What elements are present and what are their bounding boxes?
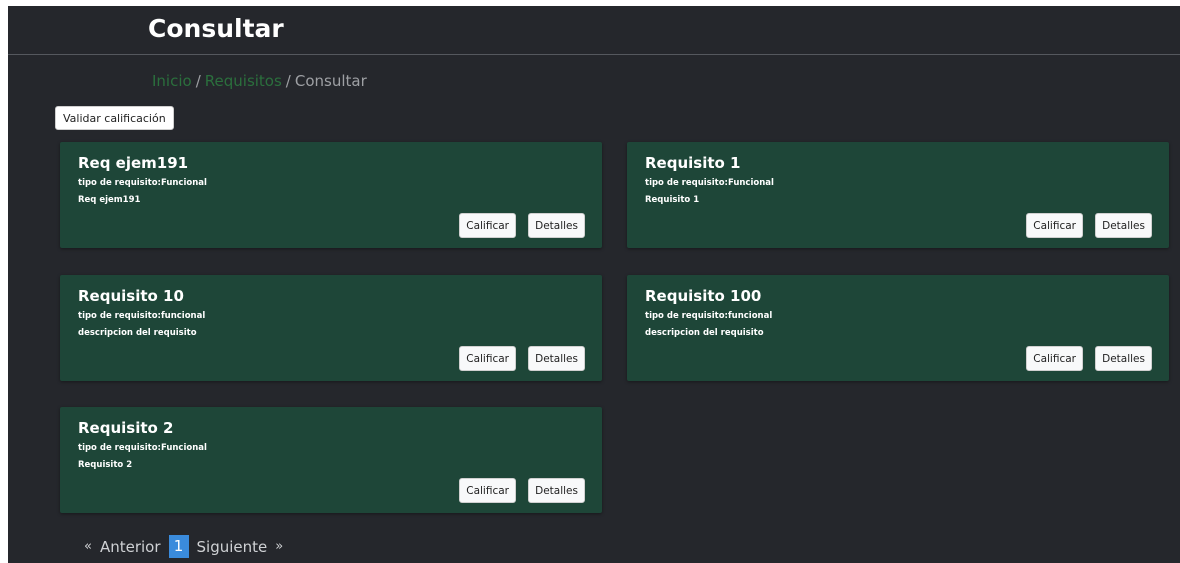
requirement-card: Requisito 1 tipo de requisito:Funcional …: [627, 142, 1169, 248]
breadcrumb-link-requisitos[interactable]: Requisitos: [205, 72, 282, 90]
card-title: Requisito 2: [78, 419, 174, 437]
details-button[interactable]: Detalles: [1095, 213, 1152, 238]
card-title: Requisito 1: [645, 154, 741, 172]
requirement-card: Requisito 100 tipo de requisito:funciona…: [627, 275, 1169, 381]
card-type: tipo de requisito:funcional: [78, 311, 206, 321]
requirement-card: Req ejem191 tipo de requisito:Funcional …: [60, 142, 602, 248]
grade-button[interactable]: Calificar: [1026, 346, 1083, 371]
card-title: Req ejem191: [78, 154, 189, 172]
breadcrumb-separator: /: [285, 72, 291, 90]
page-title: Consultar: [148, 14, 284, 43]
details-button[interactable]: Detalles: [528, 346, 585, 371]
requirement-card: Requisito 2 tipo de requisito:Funcional …: [60, 407, 602, 513]
previous-page-link[interactable]: Anterior: [100, 538, 161, 556]
card-type: tipo de requisito:Funcional: [645, 178, 774, 188]
grade-button[interactable]: Calificar: [459, 478, 516, 503]
title-divider: [8, 54, 1180, 55]
details-button[interactable]: Detalles: [528, 478, 585, 503]
previous-arrow-icon[interactable]: «: [84, 539, 92, 554]
next-arrow-icon[interactable]: »: [275, 539, 283, 554]
card-description: descripcion del requisito: [645, 328, 764, 338]
breadcrumb: Inicio / Requisitos / Consultar: [152, 72, 367, 90]
card-description: Requisito 1: [645, 195, 700, 205]
grade-button[interactable]: Calificar: [459, 346, 516, 371]
current-page-indicator[interactable]: 1: [168, 535, 189, 558]
card-description: descripcion del requisito: [78, 328, 197, 338]
breadcrumb-separator: /: [195, 72, 201, 90]
card-type: tipo de requisito:funcional: [645, 311, 773, 321]
card-title: Requisito 10: [78, 287, 184, 305]
pagination: « Anterior 1 Siguiente »: [84, 535, 291, 558]
grade-button[interactable]: Calificar: [459, 213, 516, 238]
details-button[interactable]: Detalles: [1095, 346, 1152, 371]
breadcrumb-current: Consultar: [294, 72, 367, 90]
card-description: Requisito 2: [78, 460, 133, 470]
grade-button[interactable]: Calificar: [1026, 213, 1083, 238]
breadcrumb-link-inicio[interactable]: Inicio: [152, 72, 192, 90]
card-title: Requisito 100: [645, 287, 762, 305]
validate-grade-button[interactable]: Validar calificación: [55, 106, 174, 130]
card-type: tipo de requisito:Funcional: [78, 443, 207, 453]
requirement-card: Requisito 10 tipo de requisito:funcional…: [60, 275, 602, 381]
next-page-link[interactable]: Siguiente: [197, 538, 268, 556]
details-button[interactable]: Detalles: [528, 213, 585, 238]
app-window: Consultar Inicio / Requisitos / Consultar Va…: [8, 6, 1180, 563]
card-type: tipo de requisito:Funcional: [78, 178, 207, 188]
card-description: Req ejem191: [78, 195, 141, 205]
